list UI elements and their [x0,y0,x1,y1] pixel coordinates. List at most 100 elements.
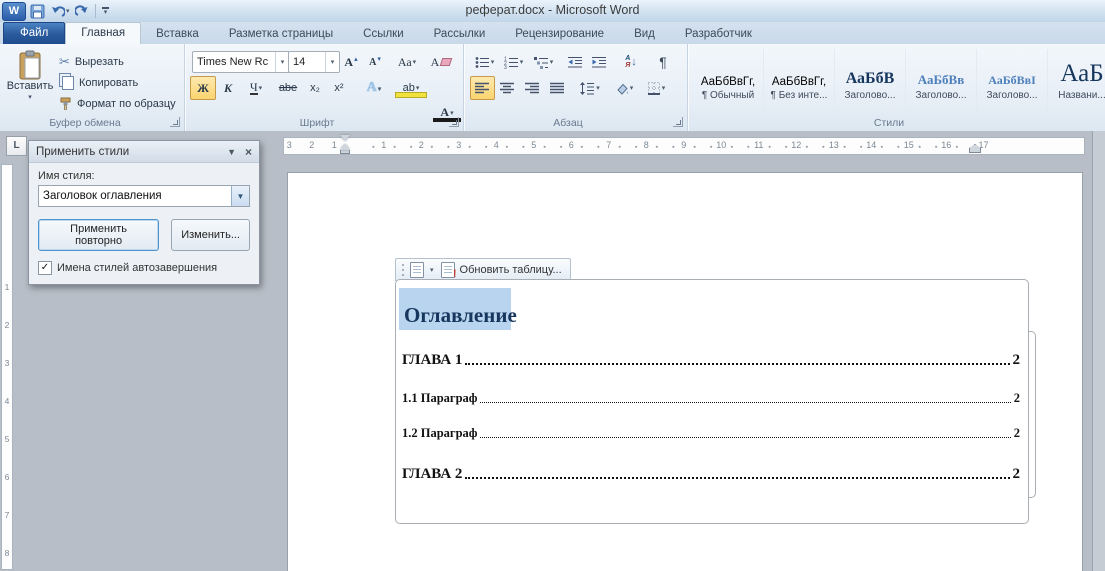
document-page[interactable]: ▾ ! Обновить таблицу... Оглавление ГЛАВА… [287,172,1083,571]
save-button[interactable] [29,2,46,20]
underline-button[interactable]: Ч ▾ [240,76,272,100]
toc-entry-1-1[interactable]: 1.1 Параграф 2 [402,391,1020,406]
page-number: 2 [1014,426,1020,441]
line-spacing-icon [580,82,595,95]
ruler-number: 3 [278,138,301,154]
undo-button[interactable]: ▾ [49,2,71,20]
change-case-button[interactable]: Аа▾ [391,50,423,74]
format-painter-button[interactable]: Формат по образцу [56,93,179,114]
justify-button[interactable] [545,76,570,100]
vertical-ruler: 12345678 [1,164,13,570]
tab-references[interactable]: Ссылки [348,24,419,44]
indent-markers[interactable] [340,135,350,157]
dialog-title: Применить стили [36,146,129,158]
increase-indent-icon [592,56,607,69]
toc-dropdown-arrow[interactable]: ▾ [430,266,434,274]
numbering-button[interactable]: 123 ▾ [499,50,528,74]
font-size-dropdown-arrow[interactable]: ▾ [325,52,339,72]
paste-button[interactable]: Вставить ▾ [6,49,54,117]
drag-grip-icon[interactable] [402,269,404,271]
close-icon[interactable]: × [245,147,252,157]
tab-view[interactable]: Вид [619,24,670,44]
first-line-indent-marker[interactable] [340,135,350,141]
update-table-icon[interactable]: ! [441,262,455,278]
dialog-title-bar[interactable]: Применить стили ▼ × [29,141,259,163]
vertical-scrollbar[interactable] [1092,131,1105,571]
style-normal[interactable]: АаБбВвГг, ¶ Обычный [693,49,764,111]
left-indent-marker[interactable] [340,150,350,154]
combo-dropdown-button[interactable]: ▼ [231,186,249,206]
update-table-label[interactable]: Обновить таблицу... [460,264,562,276]
style-heading-1[interactable]: АаБбВ Заголово... [835,49,906,111]
align-right-button[interactable] [520,76,545,100]
toc-title[interactable]: Оглавление [404,303,517,328]
styles-group-label: Стили [687,117,1091,129]
tab-page-layout[interactable]: Разметка страницы [214,24,348,44]
hanging-indent-marker[interactable] [340,144,350,150]
toc-update-tab[interactable]: ▾ ! Обновить таблицу... [395,258,571,281]
toc-content-control[interactable]: Оглавление ГЛАВА 1 2 1.1 Параграф 2 1.2 … [395,279,1029,524]
window-title: реферат.docx - Microsoft Word [200,0,905,21]
strikethrough-button[interactable]: abe [273,76,303,100]
font-family-combo[interactable]: Times New Rc ▾ [192,51,290,73]
reapply-button[interactable]: Применить повторно [38,219,159,251]
style-heading-2[interactable]: АаБбВв Заголово... [906,49,977,111]
tab-developer[interactable]: Разработчик [670,24,767,44]
tab-mailings[interactable]: Рассылки [419,24,501,44]
tab-insert[interactable]: Вставка [141,24,214,44]
borders-button[interactable]: ▾ [641,76,671,100]
tab-stop-selector[interactable]: L [6,136,27,156]
dialog-menu-icon[interactable]: ▼ [227,147,236,157]
grow-font-button[interactable]: А▴ [339,50,363,74]
toc-entry-1-2[interactable]: 1.2 Параграф 2 [402,426,1020,441]
clear-formatting-button[interactable]: А [427,50,455,74]
decrease-indent-button[interactable] [563,50,587,74]
show-marks-button[interactable]: ¶ [651,50,675,74]
title-bar: W ▾ ▾ реферат.docx - Microsoft Word [0,0,1105,23]
pilcrow-icon: ¶ [659,54,667,70]
sort-button[interactable]: АЯ ↓ [615,50,647,74]
paste-dropdown-arrow[interactable]: ▾ [28,93,32,101]
redo-button[interactable] [74,2,90,20]
shrink-font-button[interactable]: А▾ [363,50,387,74]
ribbon-tab-row: Файл Главная Вставка Разметка страницы С… [0,22,1105,44]
dot-leader [480,437,1010,438]
bold-button[interactable]: Ж [190,76,216,100]
align-center-button[interactable] [495,76,520,100]
toc-entry-chapter-1[interactable]: ГЛАВА 1 2 [402,352,1020,369]
line-spacing-button[interactable]: ▾ [575,76,605,100]
font-size-combo[interactable]: 14 ▾ [288,51,340,73]
ruler-number: 14 [853,138,891,154]
italic-button[interactable]: K [216,76,240,100]
align-left-button[interactable] [470,76,495,100]
subscript-button[interactable]: x₂ [303,76,327,100]
text-effects-button[interactable]: А ▾ [357,76,391,100]
modify-button[interactable]: Изменить... [171,219,250,251]
style-heading-3[interactable]: АаБбВвІ Заголово... [977,49,1048,111]
autocomplete-checkbox[interactable]: ✓ [38,261,52,275]
undo-dropdown-arrow[interactable]: ▾ [66,7,70,15]
style-no-spacing[interactable]: АаБбВвГг, ¶ Без инте... [764,49,835,111]
increase-indent-button[interactable] [587,50,611,74]
tab-home[interactable]: Главная [65,22,141,44]
cut-button[interactable]: ✂ Вырезать [56,51,179,72]
copy-button[interactable]: Копировать [56,72,179,93]
clipboard-dialog-launcher[interactable] [170,117,180,127]
tab-file[interactable]: Файл [3,22,65,44]
highlight-color-button[interactable]: ab ▾ [393,76,429,100]
tab-review[interactable]: Рецензирование [500,24,619,44]
style-title[interactable]: АаБ Названи... [1048,49,1105,111]
word-logo-icon[interactable]: W [2,2,26,21]
font-dialog-launcher[interactable] [449,117,459,127]
shading-button[interactable]: ▾ [609,76,639,100]
multilevel-list-button[interactable]: ▾ [528,50,559,74]
font-family-dropdown-arrow[interactable]: ▾ [275,52,289,72]
style-name-combo[interactable]: Заголовок оглавления ▼ [38,185,250,207]
toc-entry-chapter-2[interactable]: ГЛАВА 2 2 [402,466,1020,483]
bullets-button[interactable]: ▾ [470,50,499,74]
toc-document-icon[interactable] [410,262,424,278]
paragraph-dialog-launcher[interactable] [673,117,683,127]
horizontal-ruler[interactable]: 321 12345678910111213141516 17 [283,137,1085,155]
qat-customize-button[interactable]: ▾ [101,2,110,20]
superscript-button[interactable]: x² [327,76,351,100]
